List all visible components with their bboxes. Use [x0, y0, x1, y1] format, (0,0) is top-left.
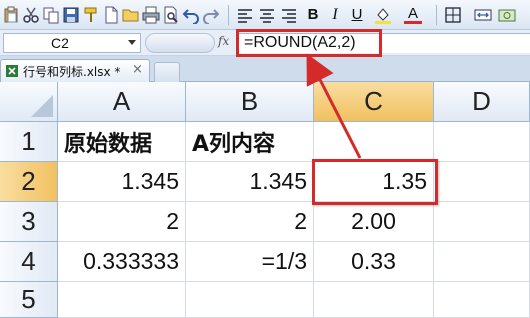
- formula-highlight-box: [236, 29, 382, 57]
- insert-function-button[interactable]: fx: [218, 34, 229, 48]
- name-box-dropdown-icon[interactable]: [128, 40, 136, 45]
- close-icon[interactable]: ×: [132, 62, 143, 77]
- align-center-icon[interactable]: [258, 6, 276, 24]
- cell-c3[interactable]: 2.00: [314, 202, 434, 242]
- cut-icon[interactable]: [22, 6, 40, 24]
- cell-d2[interactable]: [434, 162, 530, 202]
- cell-b4[interactable]: =1/3: [186, 242, 314, 282]
- column-header-d[interactable]: D: [434, 82, 530, 122]
- cell-c1[interactable]: [314, 122, 434, 162]
- row-header-1[interactable]: 1: [0, 122, 58, 162]
- merge-icon[interactable]: [474, 6, 492, 24]
- format-painter-icon[interactable]: [82, 6, 100, 24]
- redo-icon[interactable]: [202, 6, 220, 24]
- name-box-value: C2: [51, 35, 69, 51]
- column-header-c[interactable]: C: [314, 82, 434, 122]
- cell-b2[interactable]: 1.345: [186, 162, 314, 202]
- row-header-3[interactable]: 3: [0, 202, 58, 242]
- italic-button[interactable]: I: [326, 6, 344, 24]
- borders-icon[interactable]: [444, 6, 462, 24]
- cell-b5[interactable]: [186, 282, 314, 318]
- save-icon[interactable]: [62, 6, 80, 24]
- result-highlight-box: [312, 159, 438, 205]
- row-header-2[interactable]: 2: [0, 162, 58, 202]
- cell-a4[interactable]: 0.333333: [58, 242, 186, 282]
- column-header-b[interactable]: B: [186, 82, 314, 122]
- excel-file-icon: [6, 65, 18, 77]
- cell-d4[interactable]: [434, 242, 530, 282]
- font-color-button[interactable]: A: [404, 6, 422, 24]
- new-icon[interactable]: [102, 6, 120, 24]
- currency-icon[interactable]: [498, 6, 516, 24]
- print-preview-icon[interactable]: [162, 6, 180, 24]
- print-icon[interactable]: [142, 6, 160, 24]
- copy-icon[interactable]: [42, 6, 60, 24]
- align-left-icon[interactable]: [236, 6, 254, 24]
- cell-b3[interactable]: 2: [186, 202, 314, 242]
- cell-a5[interactable]: [58, 282, 186, 318]
- cell-a3[interactable]: 2: [58, 202, 186, 242]
- cell-b1[interactable]: A列内容: [186, 122, 314, 162]
- underline-button[interactable]: U: [348, 6, 366, 24]
- bold-button[interactable]: B: [304, 6, 322, 24]
- undo-icon[interactable]: [182, 6, 200, 24]
- workbook-tab-bar: 行号和列标.xlsx * ×: [0, 56, 530, 82]
- cell-d1[interactable]: [434, 122, 530, 162]
- formula-bar-splitter[interactable]: [145, 33, 215, 53]
- quick-access-toolbar: B I U A: [0, 0, 530, 30]
- name-box[interactable]: C2: [3, 33, 141, 53]
- new-tab-button[interactable]: [154, 62, 180, 82]
- column-header-a[interactable]: A: [58, 82, 186, 122]
- align-right-icon[interactable]: [280, 6, 298, 24]
- workbook-tab[interactable]: 行号和列标.xlsx * ×: [0, 59, 150, 82]
- select-all-button[interactable]: [0, 82, 58, 122]
- paste-icon[interactable]: [2, 6, 20, 24]
- cell-a1[interactable]: 原始数据: [58, 122, 186, 162]
- fill-color-icon[interactable]: [374, 6, 392, 24]
- cell-d5[interactable]: [434, 282, 530, 318]
- row-header-5[interactable]: 5: [0, 282, 58, 318]
- workbook-tab-label: 行号和列标.xlsx *: [23, 65, 121, 79]
- cell-d3[interactable]: [434, 202, 530, 242]
- row-header-4[interactable]: 4: [0, 242, 58, 282]
- open-icon[interactable]: [122, 6, 140, 24]
- cell-c4[interactable]: 0.33: [314, 242, 434, 282]
- cell-c5[interactable]: [314, 282, 434, 318]
- cell-a2[interactable]: 1.345: [58, 162, 186, 202]
